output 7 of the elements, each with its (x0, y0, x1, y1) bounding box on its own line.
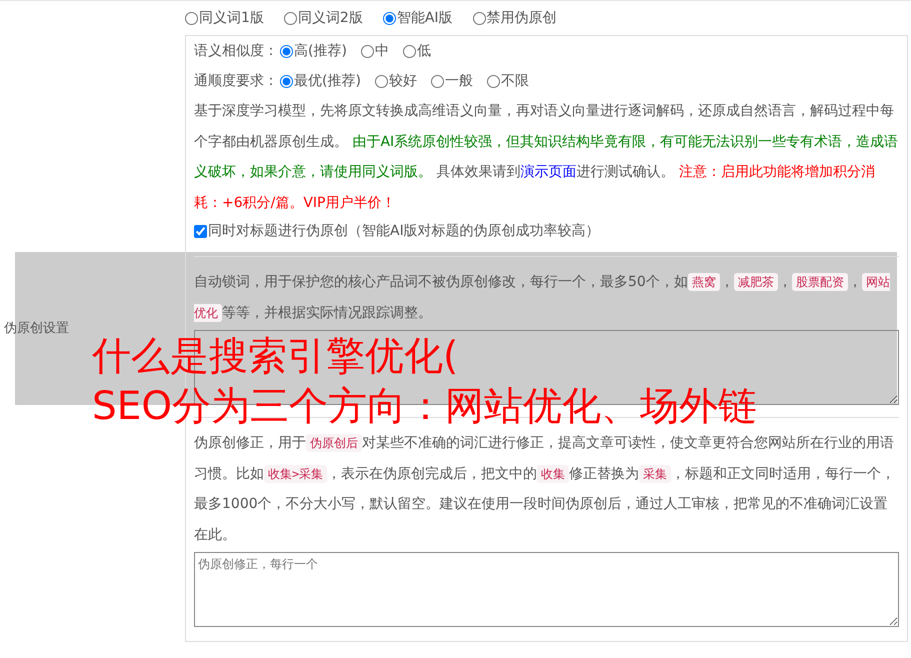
setting-label: 语义相似度： (194, 42, 278, 60)
row-label: 伪原创设置 (3, 320, 69, 336)
description-text: 基于深度学习模型，先将原文转换成高维语义向量，再对语义向量进行逐词解码，还原成自然语言，解码过程中每个字都由机器原创生成。 由于AI系统原创性较强，但其知识结构毕竟有限，有可能无法识别一些专有术语，造成语义破坏，如果介意，请使用同义词版。 具体效果请到演示页面进行测试确认。 注意：启用此功能将增加积分消耗：+6积分/篇。VIP用户半价！ (194, 102, 899, 212)
description-text: 伪原创修正，用于 伪原创后 对某些不准确的词汇进行修正，提高文章可读性，使文章更符合您网站所在行业的用语习惯。比如 收集>采集 ，表示在伪原创完成后，把文中的 收集 修正替换为 采集 ，标题和正文同时适用，每行一个，最多1000个，不分大小写，默认留空。建议在使用一段时间伪原创后，通过人工审核，把常见的不准确词汇设置在此。 (194, 433, 896, 544)
title-overlay: 什么是搜索引擎优化( (92, 333, 458, 381)
title-overlay: SEO分为三个方向：网站优化、场外链 (92, 383, 758, 431)
setting-label: 通顺度要求： (194, 72, 278, 90)
